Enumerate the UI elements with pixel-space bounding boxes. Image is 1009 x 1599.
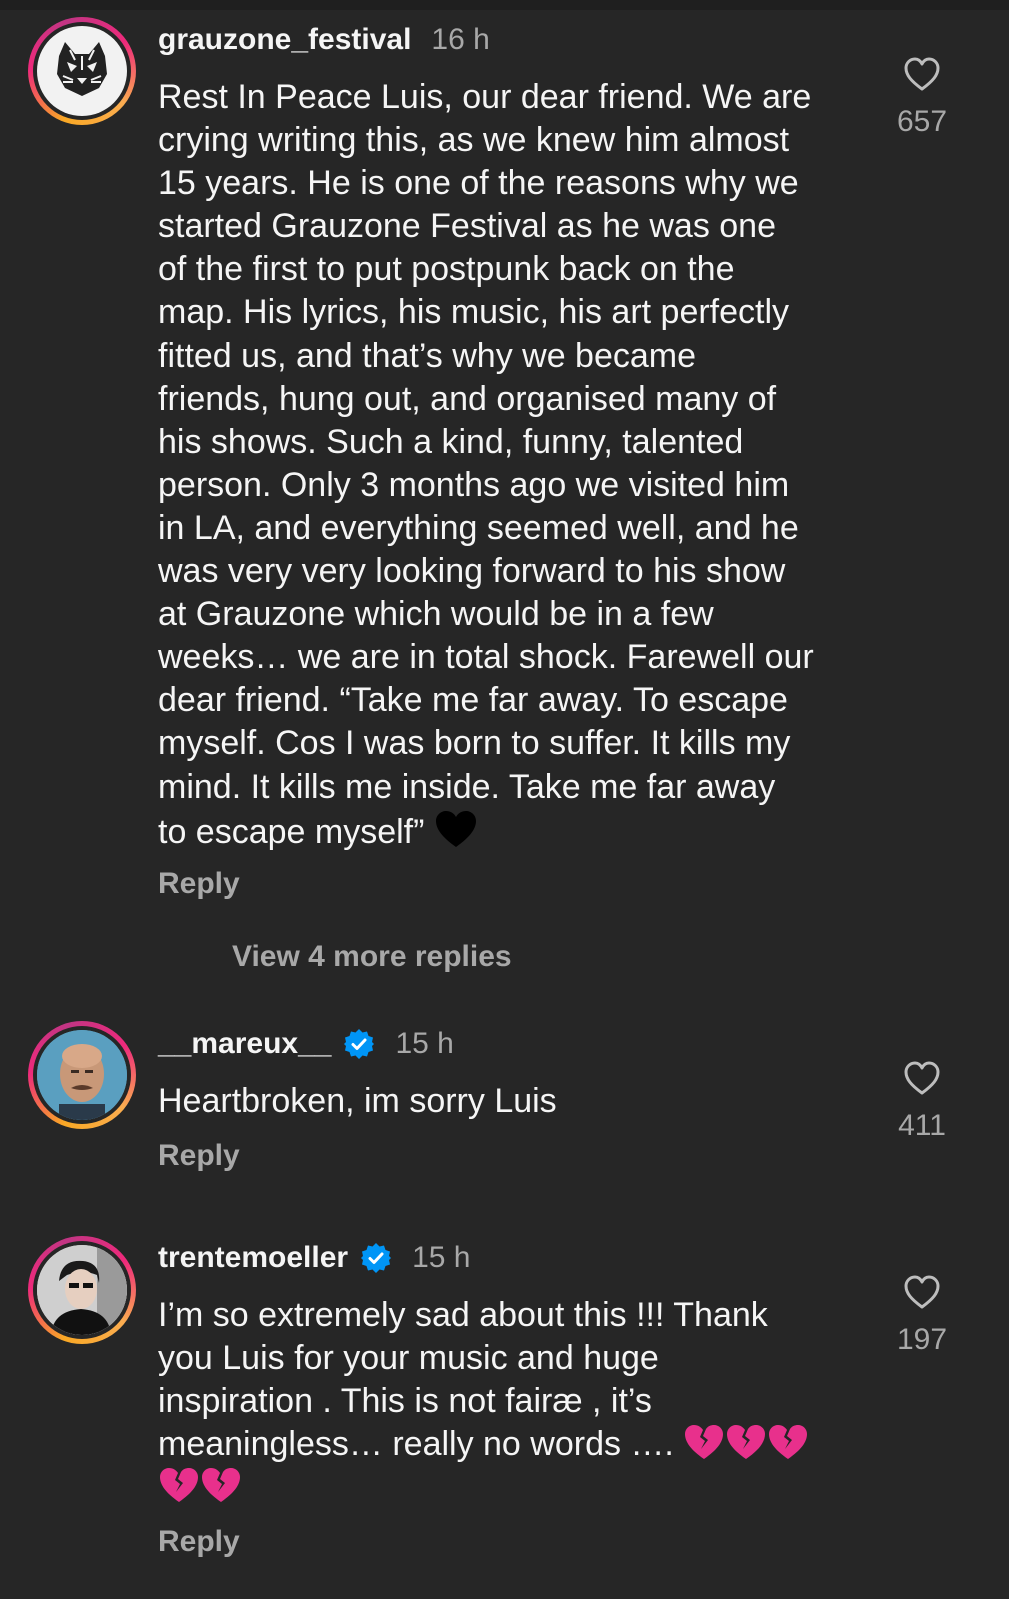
avatar[interactable] <box>28 1021 136 1129</box>
reply-button[interactable]: Reply <box>158 1525 240 1559</box>
comment-header: __mareux__ 15 h <box>158 1024 454 1064</box>
verified-badge-icon <box>344 1029 375 1059</box>
like-group: 411 <box>880 1059 964 1143</box>
reply-button[interactable]: Reply <box>158 1139 240 1173</box>
verified-badge-icon <box>361 1243 392 1273</box>
comment-header: grauzone_festival 16 h <box>158 20 490 60</box>
comment-text-content: Rest In Peace Luis, our dear friend. We … <box>158 78 814 851</box>
broken-heart-icon <box>769 1425 808 1460</box>
heart-outline-icon[interactable] <box>902 1273 942 1311</box>
top-edge <box>0 0 1009 10</box>
comment-text-content: Heartbroken, im sorry Luis <box>158 1082 557 1120</box>
like-count: 197 <box>896 1323 948 1356</box>
reply-button[interactable]: Reply <box>158 867 240 901</box>
view-more-replies-button[interactable]: View 4 more replies <box>232 940 512 974</box>
heart-outline-icon[interactable] <box>902 55 942 93</box>
comment-header: trentemoeller 15 h <box>158 1238 470 1278</box>
like-count: 657 <box>896 105 948 138</box>
heart-outline-icon[interactable] <box>902 1059 942 1097</box>
black-heart-icon <box>435 810 476 847</box>
timestamp: 16 h <box>431 23 490 56</box>
like-group: 657 <box>880 55 964 139</box>
comment-text: Heartbroken, im sorry Luis <box>158 1080 858 1123</box>
broken-heart-icon <box>685 1425 724 1460</box>
timestamp: 15 h <box>412 1241 471 1274</box>
avatar[interactable] <box>28 17 136 125</box>
username[interactable]: __mareux__ <box>158 1027 331 1061</box>
person-photo-icon <box>37 1245 127 1335</box>
username[interactable]: grauzone_festival <box>158 23 411 57</box>
avatar[interactable] <box>28 1236 136 1344</box>
comment-text: I’m so extremely sad about this !!! Than… <box>158 1294 858 1509</box>
username[interactable]: trentemoeller <box>158 1241 348 1275</box>
like-count: 411 <box>898 1109 946 1142</box>
broken-heart-icon <box>160 1468 198 1503</box>
broken-heart-icon <box>727 1425 766 1460</box>
timestamp: 15 h <box>395 1027 454 1060</box>
person-photo-icon <box>37 1030 127 1120</box>
like-group: 197 <box>880 1273 964 1357</box>
broken-heart-icon <box>202 1468 240 1503</box>
cat-face-logo-icon <box>57 42 107 96</box>
comment-text-content: I’m so extremely sad about this !!! Than… <box>158 1296 768 1464</box>
comment-text: Rest In Peace Luis, our dear friend. We … <box>158 76 858 854</box>
